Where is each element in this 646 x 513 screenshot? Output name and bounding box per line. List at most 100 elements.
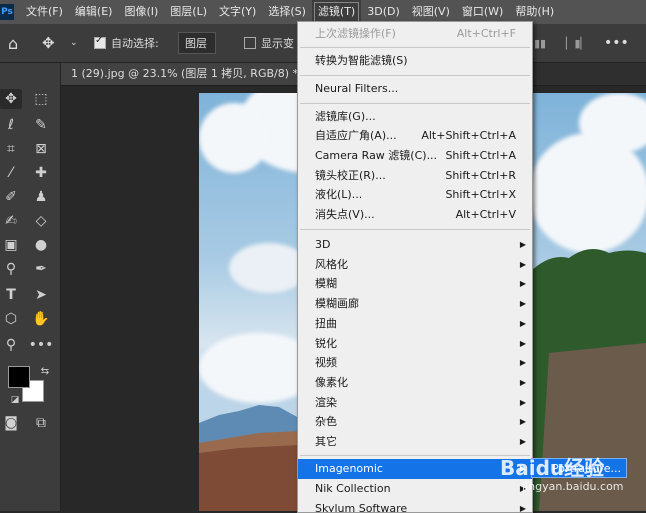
menu-item-sharpen[interactable]: 锐化 ▶ [298,334,532,354]
menu-item-label: 像素化 [315,376,348,389]
menu-item-lens-correction[interactable]: 镜头校正(R)... Shift+Ctrl+R [298,166,532,186]
lasso-icon[interactable]: ℓ [0,115,22,135]
screen-mode-icon[interactable]: ⧉ [30,413,52,433]
menu-item-imagenomic[interactable]: Imagenomic ▶ [298,459,532,479]
submenu-arrow-icon: ▶ [519,378,526,387]
auto-select-dropdown[interactable]: 图层 [178,24,216,62]
menu-item-video[interactable]: 视频 ▶ [298,353,532,373]
menu-item-label: 消失点(V)... [315,208,375,221]
submenu-arrow-icon: ▶ [519,398,526,407]
swap-colors-icon[interactable]: ⇆ [34,361,56,381]
eraser-icon[interactable]: ◇ [30,211,52,231]
menu-item-adaptive-wide-angle[interactable]: 自适应广角(A)... Alt+Shift+Ctrl+A [298,126,532,146]
menu-item-nik-collection[interactable]: Nik Collection ▶ [298,479,532,499]
filter-menu-dropdown: 上次滤镜操作(F) Alt+Ctrl+F 转换为智能滤镜(S) Neural F… [297,21,533,513]
document-tab[interactable]: 1 (29).jpg @ 23.1% (图层 1 拷贝, RGB/8) * [61,63,309,85]
marquee-icon[interactable]: ⬚ [30,89,52,109]
menu-item-label: 自适应广角(A)... [315,129,397,142]
submenu-arrow-icon: ▶ [519,358,526,367]
hand-icon[interactable]: ✋ [30,309,52,329]
history-brush-icon[interactable]: ✍ [0,211,22,231]
menu-item-shortcut: Shift+Ctrl+A [445,149,516,162]
zoom-icon[interactable]: ⚲ [0,335,22,355]
show-transform-label: 显示变 [261,37,294,50]
menu-separator [300,455,530,456]
menu-layer[interactable]: 图层(L) [164,0,213,24]
more-tools-icon[interactable]: ••• [29,335,54,355]
menu-item-label: 模糊画廊 [315,297,359,310]
align-icon[interactable]: ▮▮ [534,24,546,62]
menu-item-label: 镜头校正(R)... [315,169,386,182]
menu-image[interactable]: 图像(I) [118,0,164,24]
menu-item-blur[interactable]: 模糊 ▶ [298,274,532,294]
foreground-color-swatch[interactable] [8,366,30,388]
auto-select-option[interactable]: 自动选择: [94,24,159,62]
quick-mask-icon[interactable]: ◙ [0,413,22,433]
pen-icon[interactable]: ✒ [30,259,52,279]
blur-icon[interactable]: ● [30,235,52,255]
default-colors-icon[interactable]: ◪ [4,390,26,410]
menu-separator [300,103,530,104]
photoshop-logo: Ps [0,4,14,20]
show-transform-checkbox[interactable] [244,37,256,49]
menu-item-last-filter: 上次滤镜操作(F) Alt+Ctrl+F [298,24,532,44]
menu-item-distort[interactable]: 扭曲 ▶ [298,314,532,334]
menu-item-stylize[interactable]: 风格化 ▶ [298,255,532,275]
menu-separator [300,47,530,48]
menu-item-label: Camera Raw 滤镜(C)... [315,149,438,162]
menu-file[interactable]: 文件(F) [20,0,69,24]
dodge-icon[interactable]: ⚲ [0,259,22,279]
menu-item-neural-filters[interactable]: Neural Filters... [298,79,532,99]
menu-item-label: 视频 [315,356,337,369]
auto-select-label: 自动选择: [111,37,159,50]
menu-item-vanishing-point[interactable]: 消失点(V)... Alt+Ctrl+V [298,205,532,225]
crop-icon[interactable]: ⌗ [0,139,22,159]
menu-item-noise[interactable]: 杂色 ▶ [298,412,532,432]
show-transform-option[interactable]: 显示变 [244,24,294,62]
auto-select-checkbox[interactable] [94,35,106,49]
menu-item-label: Imagenomic [315,462,383,475]
healing-brush-icon[interactable]: ✚ [30,163,52,183]
menu-item-render[interactable]: 渲染 ▶ [298,393,532,413]
menu-item-label: 上次滤镜操作(F) [315,27,396,40]
submenu-arrow-icon: ▶ [519,279,526,288]
menu-item-label: 滤镜库(G)... [315,110,376,123]
menu-item-label: 杂色 [315,415,337,428]
chevron-down-icon[interactable]: ⌄ [70,24,78,62]
home-icon[interactable]: ⌂ [8,24,18,62]
menu-type[interactable]: 文字(Y) [213,0,262,24]
submenu-arrow-icon: ▶ [519,417,526,426]
distribute-icon[interactable]: ▏▮▏ [566,24,589,62]
gradient-icon[interactable]: ▣ [0,235,22,255]
frame-icon[interactable]: ⊠ [30,139,52,159]
menu-item-label: Nik Collection [315,482,391,495]
eyedropper-icon[interactable]: ⁄ [0,163,22,183]
menu-item-label: 其它 [315,435,337,448]
menu-item-label: 渲染 [315,396,337,409]
more-options-icon[interactable]: ••• [604,24,629,62]
tools-panel: ✥ ⬚ ℓ ✎ ⌗ ⊠ ⁄ ✚ ✐ ♟ ✍ ◇ ▣ ● ⚲ ✒ T ➤ ⬡ ✋ … [0,63,61,511]
menu-item-convert-smart-filter[interactable]: 转换为智能滤镜(S) [298,51,532,71]
move-icon[interactable]: ✥ [0,89,22,109]
type-icon[interactable]: T [0,285,22,305]
quick-select-icon[interactable]: ✎ [30,115,52,135]
menu-item-pixelate[interactable]: 像素化 ▶ [298,373,532,393]
menu-item-other[interactable]: 其它 ▶ [298,432,532,452]
path-select-icon[interactable]: ➤ [30,285,52,305]
submenu-arrow-icon: ▶ [519,299,526,308]
menu-item-3d[interactable]: 3D ▶ [298,235,532,255]
menu-item-shortcut: Shift+Ctrl+R [445,169,516,182]
menu-item-label: 液化(L)... [315,188,363,201]
submenu-arrow-icon: ▶ [519,437,526,446]
menu-item-liquify[interactable]: 液化(L)... Shift+Ctrl+X [298,185,532,205]
menu-item-blur-gallery[interactable]: 模糊画廊 ▶ [298,294,532,314]
menu-edit[interactable]: 编辑(E) [69,0,119,24]
shape-icon[interactable]: ⬡ [0,309,22,329]
menu-item-camera-raw[interactable]: Camera Raw 滤镜(C)... Shift+Ctrl+A [298,146,532,166]
brush-icon[interactable]: ✐ [0,187,22,207]
auto-select-value[interactable]: 图层 [178,32,216,54]
submenu-arrow-icon: ▶ [519,339,526,348]
move-tool-icon[interactable]: ✥ [42,24,55,62]
stamp-icon[interactable]: ♟ [30,187,52,207]
menu-item-filter-gallery[interactable]: 滤镜库(G)... [298,107,532,127]
